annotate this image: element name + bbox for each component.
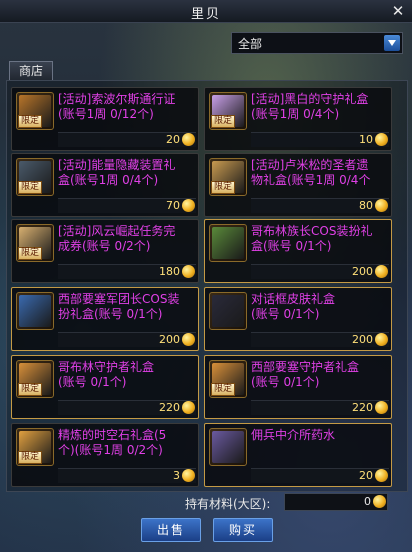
coin-icon xyxy=(375,333,388,346)
item-price: 200 xyxy=(352,333,373,346)
shop-item-card[interactable]: 限定 精炼的时空石礼盒(5 个)(账号1周 0/2个) 3 xyxy=(11,423,199,487)
title-bar: 里贝 ✕ xyxy=(0,0,412,23)
item-icon-slot[interactable] xyxy=(209,224,247,262)
item-icon xyxy=(212,227,244,259)
shop-item-card[interactable]: 限定 [活动]卢米松的圣者遗 物礼盒(账号1周 0/4个 80 xyxy=(204,153,392,217)
item-price-bar: 180 xyxy=(58,264,196,279)
item-price: 80 xyxy=(359,199,373,212)
item-icon xyxy=(19,295,51,327)
coin-icon xyxy=(375,199,388,212)
item-icon-slot[interactable]: 限定 xyxy=(16,360,54,398)
item-icon-slot[interactable]: 限定 xyxy=(209,158,247,196)
limited-badge: 限定 xyxy=(18,383,43,396)
coin-icon xyxy=(375,469,388,482)
material-amount-field: 0 xyxy=(284,493,388,511)
limited-badge: 限定 xyxy=(18,181,43,194)
item-price-bar: 10 xyxy=(251,132,389,147)
item-price-bar: 80 xyxy=(251,198,389,213)
item-price-bar: 220 xyxy=(58,400,196,415)
item-icon xyxy=(212,295,244,327)
buy-button[interactable]: 购买 xyxy=(213,518,273,542)
item-price: 200 xyxy=(159,333,180,346)
coin-icon xyxy=(375,133,388,146)
item-icon xyxy=(212,431,244,463)
item-name: 对话框皮肤礼盒 (账号 0/1个) xyxy=(251,292,336,321)
item-price-bar: 220 xyxy=(251,400,389,415)
item-price-bar: 20 xyxy=(58,132,196,147)
coin-icon xyxy=(375,401,388,414)
item-name: [活动]黑白的守护礼盒 (账号1周 0/4个) xyxy=(251,92,369,121)
item-name: [活动]能量隐藏装置礼 盒(账号1周 0/4个) xyxy=(58,158,176,187)
item-price: 180 xyxy=(159,265,180,278)
item-icon-slot[interactable]: 限定 xyxy=(209,360,247,398)
shop-item-card[interactable]: 哥布林族长COS装扮礼 盒(账号 0/1个) 200 xyxy=(204,219,392,283)
coin-icon xyxy=(182,333,195,346)
item-name: [活动]索波尔斯通行证 (账号1周 0/12个) xyxy=(58,92,176,121)
limited-badge: 限定 xyxy=(211,383,236,396)
window-title: 里贝 xyxy=(190,7,221,22)
item-name: 哥布林族长COS装扮礼 盒(账号 0/1个) xyxy=(251,224,373,253)
close-icon[interactable]: ✕ xyxy=(389,2,407,20)
category-dropdown[interactable]: 全部 xyxy=(231,32,403,54)
shop-item-card[interactable]: 限定 西部要塞守护者礼盒 (账号 0/1个) 220 xyxy=(204,355,392,419)
shop-item-card[interactable]: 西部要塞军团长COS装 扮礼盒(账号 0/1个) 200 xyxy=(11,287,199,351)
item-icon-slot[interactable]: 限定 xyxy=(16,428,54,466)
item-name: 西部要塞守护者礼盒 (账号 0/1个) xyxy=(251,360,360,389)
item-name: 精炼的时空石礼盒(5 个)(账号1周 0/2个) xyxy=(58,428,167,457)
item-name: 佣兵中介所药水 xyxy=(251,428,336,442)
shop-item-card[interactable]: 限定 [活动]风云崛起任务完 成券(账号 0/2个) 180 xyxy=(11,219,199,283)
chevron-down-icon[interactable] xyxy=(384,35,400,51)
tab-shop[interactable]: 商店 xyxy=(9,61,53,81)
shop-item-card[interactable]: 对话框皮肤礼盒 (账号 0/1个) 200 xyxy=(204,287,392,351)
item-icon-slot[interactable]: 限定 xyxy=(16,92,54,130)
sell-button[interactable]: 出售 xyxy=(141,518,201,542)
coin-icon xyxy=(182,265,195,278)
item-price-bar: 200 xyxy=(58,332,196,347)
item-icon-slot[interactable] xyxy=(16,292,54,330)
coin-icon xyxy=(182,133,195,146)
item-price: 220 xyxy=(159,401,180,414)
item-price-bar: 20 xyxy=(251,468,389,483)
limited-badge: 限定 xyxy=(211,181,236,194)
coin-icon xyxy=(373,495,386,508)
item-price: 20 xyxy=(359,469,373,482)
item-price: 220 xyxy=(352,401,373,414)
item-price: 10 xyxy=(359,133,373,146)
item-name: 哥布林守护者礼盒 (账号 0/1个) xyxy=(58,360,155,389)
material-label: 持有材料(大区): xyxy=(185,497,271,511)
coin-icon xyxy=(182,401,195,414)
dropdown-selected-value: 全部 xyxy=(238,37,263,51)
item-price-bar: 200 xyxy=(251,332,389,347)
shop-item-card[interactable]: 限定 [活动]能量隐藏装置礼 盒(账号1周 0/4个) 70 xyxy=(11,153,199,217)
limited-badge: 限定 xyxy=(211,115,236,128)
item-icon-slot[interactable]: 限定 xyxy=(16,224,54,262)
item-price-bar: 3 xyxy=(58,468,196,483)
item-name: [活动]风云崛起任务完 成券(账号 0/2个) xyxy=(58,224,176,253)
item-icon-slot[interactable] xyxy=(209,428,247,466)
item-price: 200 xyxy=(352,265,373,278)
shop-item-card[interactable]: 限定 哥布林守护者礼盒 (账号 0/1个) 220 xyxy=(11,355,199,419)
shop-item-card[interactable]: 限定 [活动]索波尔斯通行证 (账号1周 0/12个) 20 xyxy=(11,87,199,151)
coin-icon xyxy=(182,199,195,212)
coin-icon xyxy=(375,265,388,278)
item-price-bar: 70 xyxy=(58,198,196,213)
item-name: 西部要塞军团长COS装 扮礼盒(账号 0/1个) xyxy=(58,292,180,321)
coin-icon xyxy=(182,469,195,482)
shop-item-card[interactable]: 佣兵中介所药水 20 xyxy=(204,423,392,487)
item-icon-slot[interactable]: 限定 xyxy=(209,92,247,130)
limited-badge: 限定 xyxy=(18,451,43,464)
limited-badge: 限定 xyxy=(18,247,43,260)
item-price: 3 xyxy=(173,469,180,482)
item-price: 20 xyxy=(166,133,180,146)
limited-badge: 限定 xyxy=(18,115,43,128)
item-icon-slot[interactable]: 限定 xyxy=(16,158,54,196)
item-price: 70 xyxy=(166,199,180,212)
item-icon-slot[interactable] xyxy=(209,292,247,330)
shop-item-card[interactable]: 限定 [活动]黑白的守护礼盒 (账号1周 0/4个) 10 xyxy=(204,87,392,151)
item-price-bar: 200 xyxy=(251,264,389,279)
item-name: [活动]卢米松的圣者遗 物礼盒(账号1周 0/4个 xyxy=(251,158,371,187)
material-amount: 0 xyxy=(364,495,371,508)
